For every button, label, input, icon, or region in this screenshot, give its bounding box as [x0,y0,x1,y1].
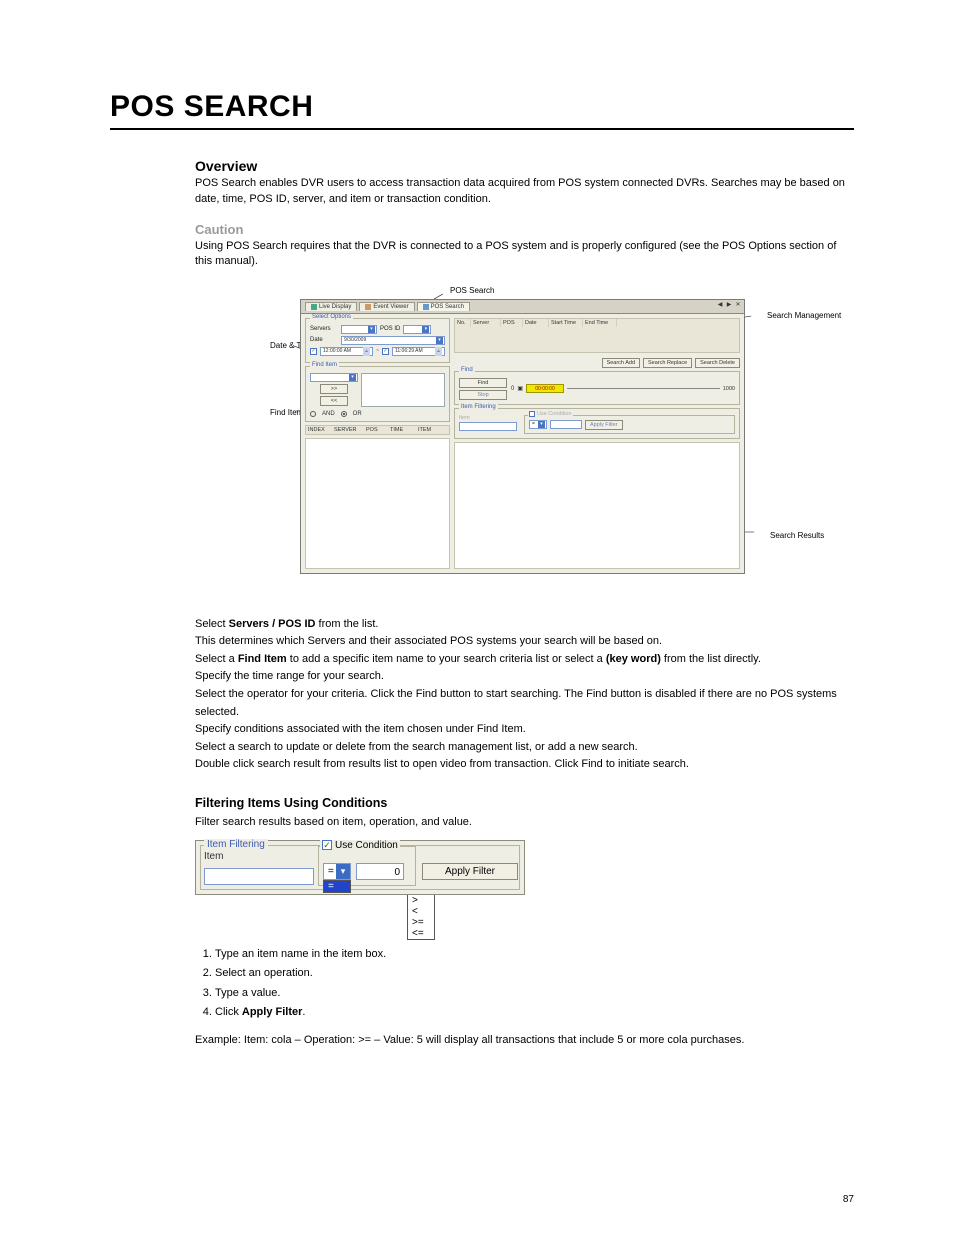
operation-dropdown[interactable]: = [323,880,351,893]
close-icon[interactable]: ✕ [734,301,742,309]
operation-dropdown-rest[interactable]: > < >= <= [407,895,435,940]
progress-scale-end: 1000 [723,386,735,392]
step-3: Type a value. [215,985,854,1003]
progress-bar: 00:00:00 [526,384,564,393]
start-time-field[interactable]: 12:00:00 AM▵ [320,347,373,356]
apply-filter-button-small[interactable]: Apply Filter [585,420,623,430]
caution-label: Caution [195,222,854,237]
or-radio[interactable] [341,411,347,417]
op-lte[interactable]: <= [408,928,434,939]
filter-intro: Filter search results based on item, ope… [195,814,854,832]
progress-scale [567,388,720,389]
date-label: Date [310,337,338,343]
callout-results: Search Results [770,531,824,541]
spinner-icon: ▵ [435,347,442,356]
left-result-header: INDEX SERVER POS TIME ITEM [305,425,450,435]
chevron-down-icon: ▾ [336,864,350,879]
tabstrip: Live Display Event Viewer POS Search ◀ ▶… [301,300,744,314]
select-options-group: Select Options Servers ▾ POS ID ▾ Date 9… [305,318,450,363]
use-condition-check-small[interactable] [529,411,535,417]
filter-steps: Type an item name in the item box. Selec… [215,946,854,1022]
pos-search-window: Live Display Event Viewer POS Search ◀ ▶… [300,299,745,574]
date-field[interactable]: 9/30/2009▾ [341,336,445,345]
use-condition-label: ✓ Use Condition [320,840,400,851]
progress-count: 0 [511,386,514,392]
finditem-list[interactable] [361,373,445,407]
find-item-title: Find Item [310,362,339,368]
chevron-down-icon: ▾ [349,374,356,381]
value-field-small[interactable] [550,420,582,429]
item-input[interactable] [204,868,314,885]
item-filtering-small: Item Filtering Item Use Condition =▾ App… [454,408,740,439]
caution-text: Using POS Search requires that the DVR i… [195,239,854,270]
find-item-group: Find Item ▾ >> << AND OR [305,366,450,422]
callout-searchmgmt: Search Management [767,311,841,321]
start-time-check[interactable]: ✓ [310,348,317,355]
operation-select[interactable]: = ▾ [323,863,351,880]
prev-icon[interactable]: ◀ [716,301,724,309]
event-icon [365,304,371,310]
item-label-small: Item [459,415,519,421]
search-add-button[interactable]: Search Add [602,358,640,368]
posid-label: POS ID [380,326,400,332]
search-replace-button[interactable]: Search Replace [643,358,692,368]
op-gte[interactable]: >= [408,917,434,928]
apply-filter-button[interactable]: Apply Filter [422,863,518,880]
op-combo-small[interactable]: =▾ [529,420,547,429]
overview-heading: Overview [195,158,854,174]
finditem-combo[interactable]: ▾ [310,373,358,382]
step-4: Click Apply Filter. [215,1004,854,1022]
posid-combo[interactable]: ▾ [403,325,431,334]
tab-live-display[interactable]: Live Display [305,302,357,311]
monitor-icon [311,304,317,310]
example-text: Example: Item: cola – Operation: >= – Va… [195,1032,854,1050]
find-group: Find Find Stop 0 ▣ 00:00:00 1000 [454,371,740,405]
chevron-down-icon: ▾ [436,337,443,344]
next-icon[interactable]: ▶ [725,301,733,309]
move-right-button[interactable]: >> [320,384,348,394]
use-condition-group-small: Use Condition =▾ Apply Filter [524,415,735,434]
page-title: POS SEARCH [110,90,854,130]
search-mgmt-header: No. Server POS Date Start Time End Time [454,318,740,353]
body-prose: Select Servers / POS ID from the list. T… [195,616,854,774]
value-input[interactable]: 0 [356,863,404,880]
item-filtering-title: Item Filtering [204,839,268,850]
end-time-field[interactable]: 11:06:29 AM▵ [392,347,445,356]
op-gt[interactable]: > [408,895,434,906]
left-result-list[interactable] [305,438,450,569]
search-delete-button[interactable]: Search Delete [695,358,740,368]
find-button[interactable]: Find [459,378,507,388]
op-equals[interactable]: = [324,881,350,892]
select-options-title: Select Options [310,314,353,320]
servers-combo[interactable]: ▾ [341,325,377,334]
item-label: Item [204,851,223,862]
tab-pos-search[interactable]: POS Search [417,302,470,311]
right-result-list[interactable] [454,442,740,569]
item-filtering-figure: Item Filtering Item ✓ Use Condition = ▾ … [195,840,525,895]
callout-pos-search: POS Search [450,286,494,296]
item-field-small[interactable] [459,422,517,431]
move-left-button[interactable]: << [320,396,348,406]
chevron-down-icon: ▾ [538,421,545,428]
and-radio[interactable] [310,411,316,417]
stop-button[interactable]: Stop [459,390,507,400]
spinner-icon: ▵ [363,347,370,356]
step-1: Type an item name in the item box. [215,946,854,964]
pause-icon: ▣ [517,385,523,392]
chevron-down-icon: ▾ [422,326,429,333]
page-number: 87 [843,1194,854,1205]
chevron-down-icon: ▾ [368,326,375,333]
callout-finditem: Find Item [270,408,303,418]
overview-text: POS Search enables DVR users to access t… [195,176,854,208]
tab-event-viewer[interactable]: Event Viewer [359,302,414,311]
step-2: Select an operation. [215,965,854,983]
filter-heading: Filtering Items Using Conditions [195,796,854,810]
servers-label: Servers [310,326,338,332]
end-time-check[interactable]: ✓ [382,348,389,355]
search-icon [423,304,429,310]
op-lt[interactable]: < [408,906,434,917]
use-condition-check[interactable]: ✓ [322,840,332,850]
